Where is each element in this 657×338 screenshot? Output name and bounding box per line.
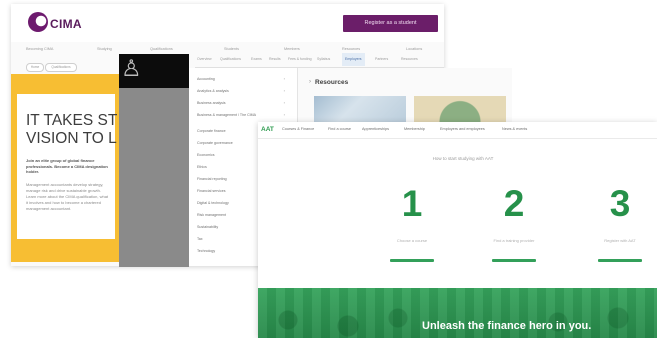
hero-title: IT TAKES ST VISION TO L: [26, 112, 126, 148]
nav-item[interactable]: Membership: [404, 127, 425, 131]
nav-item[interactable]: Resources: [342, 47, 360, 51]
breadcrumb-home[interactable]: Home: [26, 63, 44, 72]
tab-results[interactable]: Results: [269, 57, 281, 61]
nav-item[interactable]: Courses & Finance: [282, 127, 314, 131]
dropdown-item[interactable]: Accounting ›: [197, 76, 289, 82]
breadcrumb-qualifications[interactable]: Qualifications: [45, 63, 77, 72]
hero-banner: Unleash the finance hero in you.: [258, 288, 657, 338]
step-label[interactable]: Find a training provider: [479, 238, 549, 243]
hero-title-line: IT TAKES ST: [26, 112, 118, 129]
tab-employers[interactable]: Employers: [342, 53, 365, 66]
banner-tagline: Unleash the finance hero in you.: [422, 320, 592, 332]
step-1: 1 Choose a course: [377, 184, 447, 262]
step-number: 2: [503, 183, 525, 224]
resources-title: Resources: [315, 79, 349, 86]
grey-panel: [119, 88, 189, 267]
chevron-right-icon: ›: [283, 88, 285, 93]
tab-qualifications[interactable]: Qualifications: [220, 57, 241, 61]
steps-subtitle: How to start studying with AAT: [432, 156, 494, 161]
tab-overview[interactable]: Overview: [197, 57, 212, 61]
nav-item[interactable]: Becoming CIMA: [26, 47, 53, 51]
step-underline: [390, 259, 434, 262]
tab-fees[interactable]: Fees & funding: [288, 57, 312, 61]
chevron-right-icon: ›: [283, 100, 285, 105]
step-number: 3: [609, 183, 631, 224]
dropdown-item[interactable]: Analytics & analysis ›: [197, 88, 289, 94]
step-3: 3 Register with AAT: [585, 184, 655, 262]
chevron-right-icon: ›: [283, 112, 285, 117]
nav-item[interactable]: Apprenticeships: [362, 127, 389, 131]
nav-item[interactable]: Members: [284, 47, 300, 51]
cima-logo-text[interactable]: CIMA: [50, 17, 82, 31]
tab-exams[interactable]: Exams: [251, 57, 262, 61]
hero-lead: Join an elite group of global finance pr…: [26, 158, 108, 174]
nav-item[interactable]: Find a course: [328, 127, 351, 131]
step-underline: [492, 259, 536, 262]
register-student-button[interactable]: Register as a student: [343, 15, 438, 32]
cima-logo-icon[interactable]: [28, 12, 48, 32]
aat-window: AAT Courses & Finance Find a course Appr…: [258, 122, 657, 338]
cima-header: CIMA Register as a student: [11, 4, 444, 42]
hero-title-line: VISION TO L: [26, 130, 117, 147]
hero-body: Management accountants develop strategy,…: [26, 182, 109, 211]
aat-logo[interactable]: AAT: [261, 126, 274, 133]
tab-resources[interactable]: Resources: [401, 57, 418, 61]
step-2: 2 Find a training provider: [479, 184, 549, 262]
chevron-right-icon: ›: [283, 76, 285, 81]
nav-item[interactable]: News & events: [502, 127, 527, 131]
aat-nav: AAT Courses & Finance Find a course Appr…: [258, 122, 657, 139]
tab-syllabus[interactable]: Syllabus: [317, 57, 330, 61]
dropdown-item[interactable]: Business analysis ›: [197, 100, 289, 106]
cima-tab-bar: Overview Qualifications Exams Results Fe…: [195, 53, 444, 68]
nav-item[interactable]: Employers and employees: [440, 127, 485, 131]
step-label[interactable]: Register with AAT: [585, 238, 655, 243]
chevron-right-icon: ›: [309, 79, 311, 85]
step-label[interactable]: Choose a course: [377, 238, 447, 243]
nav-item[interactable]: Studying: [97, 47, 112, 51]
dropdown-item[interactable]: Business & management / The CIMA ›: [197, 112, 289, 118]
person-icon: ♙: [121, 55, 142, 81]
step-underline: [598, 259, 642, 262]
nav-item[interactable]: Students: [224, 47, 239, 51]
tab-partners[interactable]: Partners: [375, 57, 388, 61]
nav-item[interactable]: Qualifications: [150, 47, 173, 51]
nav-item[interactable]: Locations: [406, 47, 422, 51]
step-number: 1: [401, 183, 423, 224]
